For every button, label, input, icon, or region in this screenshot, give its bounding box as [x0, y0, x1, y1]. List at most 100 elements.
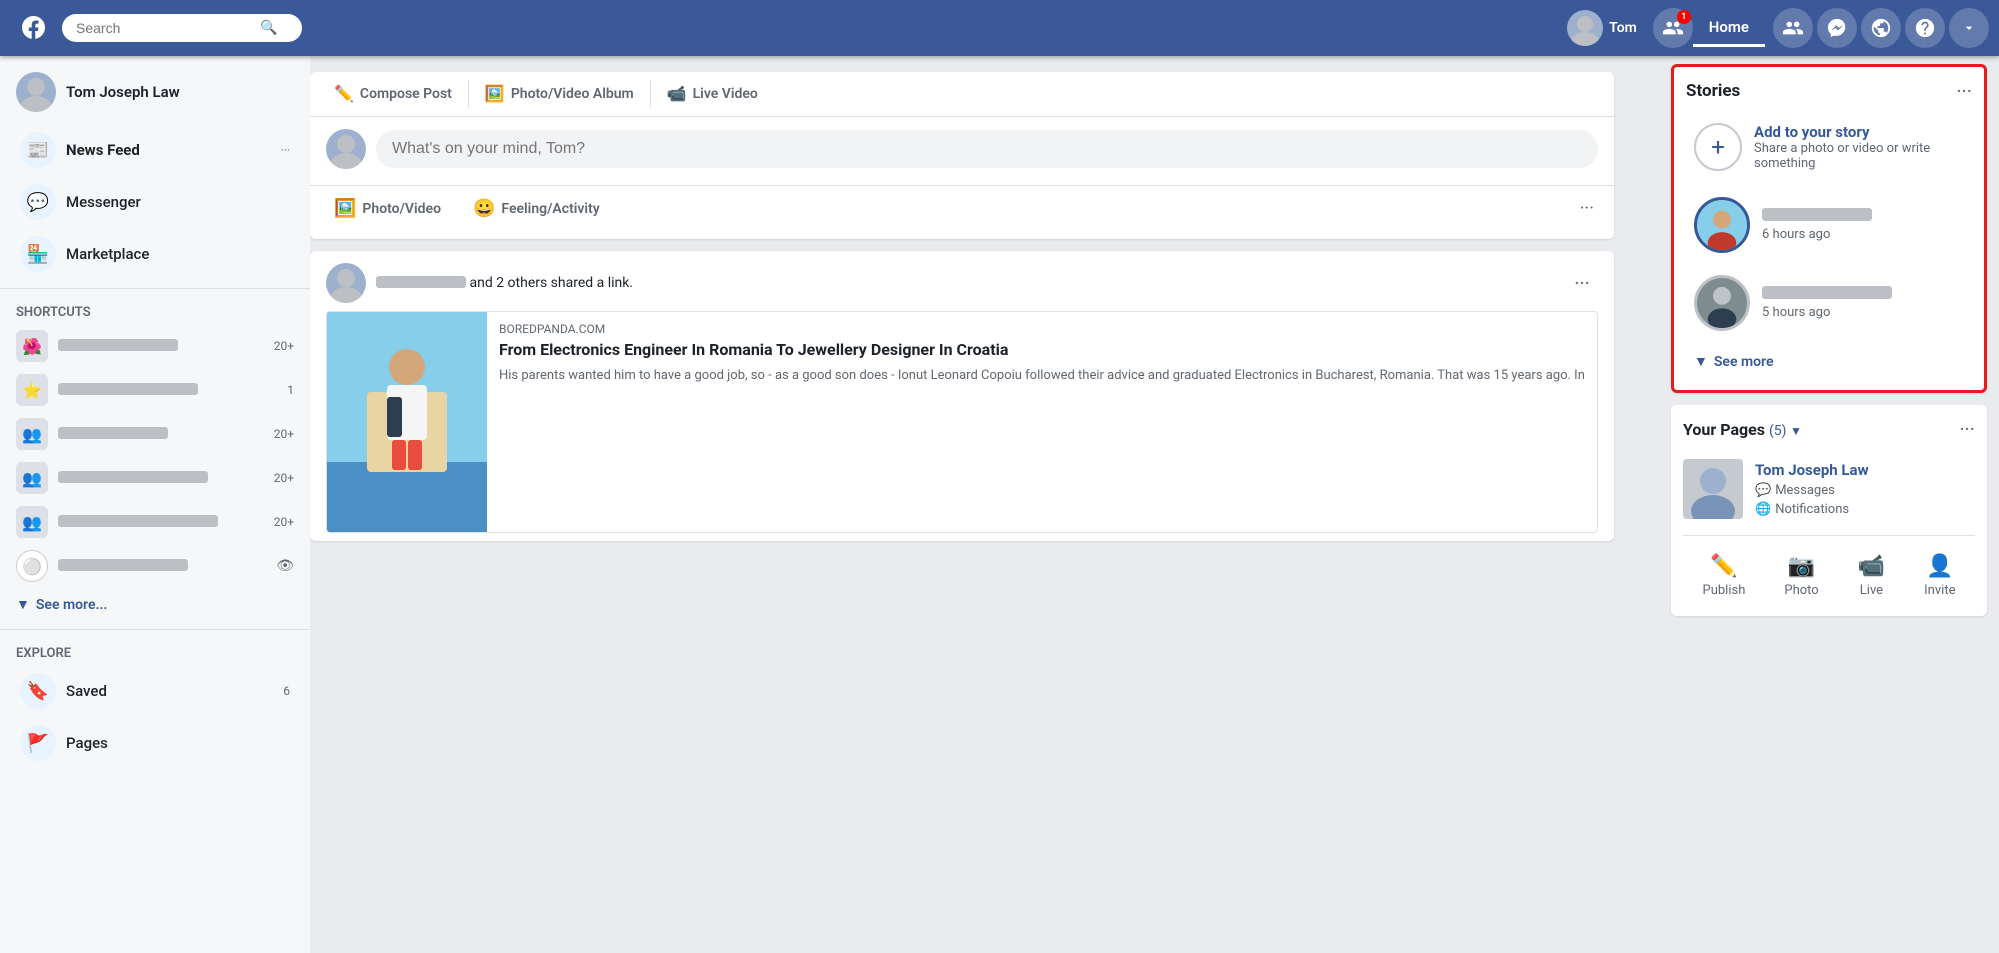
shortcut-item-2[interactable]: ⭐ 1 [0, 368, 310, 412]
post-card: and 2 others shared a link. ··· [310, 251, 1614, 541]
shortcut-item-4[interactable]: 👥 20+ [0, 456, 310, 500]
compose-post-icon: ✏️ [334, 84, 354, 103]
add-to-story-btn[interactable]: + Add to your story Share a photo or vid… [1686, 115, 1972, 179]
compose-post-label: Compose Post [360, 86, 452, 102]
pages-more-btn[interactable]: ··· [1959, 417, 1975, 441]
post-header: and 2 others shared a link. ··· [310, 251, 1614, 303]
page-info: Tom Joseph Law 💬 Messages 🌐 Notification… [1755, 461, 1869, 517]
publish-label: Publish [1703, 583, 1746, 598]
photo-video-tab-label: Photo/Video Album [511, 86, 634, 102]
shortcut-item-1[interactable]: 🌺 20+ [0, 324, 310, 368]
live-video-tab[interactable]: 📹 Live Video [651, 72, 774, 117]
post-meta: and 2 others shared a link. [376, 275, 1566, 291]
stories-header: Stories ··· [1686, 79, 1972, 103]
shortcut-icon-5: 👥 [16, 506, 48, 538]
saved-icon: 🔖 [20, 673, 56, 709]
photo-video-btn-icon: 🖼️ [334, 198, 356, 219]
facebook-logo [10, 6, 54, 50]
sidebar-item-messenger[interactable]: 💬 Messenger [4, 176, 306, 228]
shortcut-count-1: 20+ [274, 339, 294, 353]
compose-input-area [310, 117, 1614, 181]
photo-label: Photo [1784, 583, 1818, 598]
shortcut-label-6 [58, 558, 276, 574]
compose-input[interactable] [376, 130, 1598, 168]
shortcut-label-2 [58, 382, 287, 398]
shortcut-label-4 [58, 470, 274, 486]
friend-requests-badge: 1 [1677, 10, 1691, 24]
compose-more-btn[interactable]: ··· [1568, 190, 1606, 227]
publish-btn[interactable]: ✏️ Publish [1691, 548, 1758, 604]
right-sidebar: Stories ··· + Add to your story Share a … [1659, 56, 1999, 953]
sidebar-divider-2 [0, 629, 310, 630]
shortcut-item-5[interactable]: 👥 20+ [0, 500, 310, 544]
sidebar-item-marketplace[interactable]: 🏪 Marketplace [4, 228, 306, 280]
post-link-preview[interactable]: BOREDPANDA.COM From Electronics Engineer… [326, 311, 1598, 533]
dropdown-icon-btn[interactable] [1949, 8, 1989, 48]
post-more-btn[interactable]: ··· [1566, 267, 1598, 299]
nav-icons-group [1773, 8, 1989, 48]
sidebar-profile-name: Tom Joseph Law [66, 83, 180, 101]
saved-count: 6 [283, 684, 290, 698]
photo-video-action-btn[interactable]: 🖼️ Photo/Video [318, 190, 457, 227]
nav-user-profile[interactable]: Tom [1567, 10, 1637, 46]
sidebar-profile[interactable]: Tom Joseph Law [0, 64, 310, 124]
compose-tabs: ✏️ Compose Post 🖼️ Photo/Video Album 📹 L… [310, 72, 1614, 117]
shortcut-icon-6: ⚪ [16, 550, 48, 582]
explore-title: Explore [0, 638, 310, 665]
page-avatar [1683, 459, 1743, 519]
preview-domain: BOREDPANDA.COM [499, 322, 1585, 336]
left-sidebar: Tom Joseph Law 📰 News Feed ··· 💬 Messeng… [0, 56, 310, 953]
page-notifications-action[interactable]: 🌐 Notifications [1755, 502, 1869, 517]
shortcut-count-4: 20+ [274, 471, 294, 485]
story-item-2[interactable]: 5 hours ago [1686, 267, 1972, 339]
shortcut-label-1 [58, 338, 274, 354]
shortcut-label-3 [58, 426, 274, 442]
story-info-1: 6 hours ago [1762, 208, 1872, 242]
sidebar-item-label-saved: Saved [66, 682, 283, 700]
page-messages-action[interactable]: 💬 Messages [1755, 483, 1869, 498]
feeling-btn-label: Feeling/Activity [501, 201, 599, 217]
invite-btn[interactable]: 👤 Invite [1912, 548, 1967, 604]
newsfeed-icon: 📰 [20, 132, 56, 168]
sidebar-item-pages[interactable]: 🚩 Pages [4, 717, 306, 769]
live-btn[interactable]: 📹 Live [1846, 548, 1897, 604]
sidebar-item-saved[interactable]: 🔖 Saved 6 [4, 665, 306, 717]
nav-home[interactable]: Home [1693, 10, 1765, 47]
friend-requests-icon[interactable]: 1 [1653, 8, 1693, 48]
sidebar-item-newsfeed[interactable]: 📰 News Feed ··· [4, 124, 306, 176]
preview-title: From Electronics Engineer In Romania To … [499, 340, 1585, 361]
shortcut-label-5 [58, 514, 274, 530]
feeling-action-btn[interactable]: 😀 Feeling/Activity [457, 190, 616, 227]
compose-avatar [326, 129, 366, 169]
messenger-icon-btn[interactable] [1817, 8, 1857, 48]
visibility-icon: 👁 [276, 558, 294, 574]
see-more-stories-btn[interactable]: ▼ See more [1686, 345, 1972, 378]
newsfeed-more: ··· [281, 143, 290, 157]
pages-actions: ✏️ Publish 📷 Photo 📹 Live 👤 Invite [1683, 535, 1975, 604]
center-feed: ✏️ Compose Post 🖼️ Photo/Video Album 📹 L… [310, 56, 1614, 953]
photo-btn[interactable]: 📷 Photo [1772, 548, 1830, 604]
sidebar-item-label-messenger: Messenger [66, 193, 290, 211]
nav-avatar [1567, 10, 1603, 46]
compose-post-tab[interactable]: ✏️ Compose Post [318, 72, 468, 117]
globe-icon-btn[interactable] [1861, 8, 1901, 48]
stories-more-btn[interactable]: ··· [1956, 79, 1972, 103]
shortcut-item-6[interactable]: ⚪ 👁 [0, 544, 310, 588]
live-label: Live [1860, 583, 1883, 598]
shortcuts-title: Shortcuts [0, 297, 310, 324]
shortcut-count-3: 20+ [274, 427, 294, 441]
help-icon-btn[interactable] [1905, 8, 1945, 48]
friends-icon-btn[interactable] [1773, 8, 1813, 48]
shortcut-icon-2: ⭐ [16, 374, 48, 406]
search-input[interactable] [76, 20, 256, 36]
story-avatar-1 [1694, 197, 1750, 253]
search-bar[interactable]: 🔍 [62, 14, 302, 42]
story-add-text: Add to your story Share a photo or video… [1754, 123, 1964, 171]
sidebar-divider-1 [0, 288, 310, 289]
photo-video-tab[interactable]: 🖼️ Photo/Video Album [469, 72, 650, 117]
page-name[interactable]: Tom Joseph Law [1755, 461, 1869, 479]
pages-count[interactable]: (5) ▼ [1769, 423, 1802, 439]
story-item-1[interactable]: 6 hours ago [1686, 189, 1972, 261]
see-more-shortcuts[interactable]: ▼ See more... [0, 588, 310, 621]
shortcut-item-3[interactable]: 👥 20+ [0, 412, 310, 456]
